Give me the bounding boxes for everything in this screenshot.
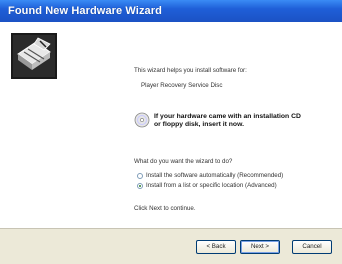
button-bar: < Back Next > Cancel (0, 228, 342, 264)
cancel-button[interactable]: Cancel (292, 240, 332, 254)
wizard-window: Found New Hardware Wizard This wizard he… (0, 0, 342, 264)
question-text: What do you want the wizard to do? (134, 158, 233, 165)
cd-icon (134, 112, 150, 128)
option-radio-automatic[interactable] (137, 173, 143, 179)
next-button[interactable]: Next > (240, 240, 280, 254)
radio-selected-dot (139, 185, 141, 187)
device-name: Player Recovery Service Disc (141, 82, 223, 89)
cd-notice-line1: If your hardware came with an installati… (154, 113, 301, 120)
back-button[interactable]: < Back (196, 240, 236, 254)
wizard-side-panel (0, 22, 122, 228)
window-title: Found New Hardware Wizard (8, 5, 162, 17)
continue-text: Click Next to continue. (134, 205, 196, 212)
cd-notice-line2: or floppy disk, insert it now. (154, 121, 245, 128)
wizard-content: This wizard helps you install software f… (122, 22, 342, 228)
option-label-automatic[interactable]: Install the software automatically (Reco… (146, 172, 283, 179)
option-radio-advanced[interactable] (137, 183, 143, 189)
hardware-wizard-icon (11, 33, 57, 79)
option-label-advanced[interactable]: Install from a list or specific location… (146, 182, 277, 189)
title-bar[interactable]: Found New Hardware Wizard (0, 0, 342, 22)
intro-text: This wizard helps you install software f… (134, 67, 247, 74)
